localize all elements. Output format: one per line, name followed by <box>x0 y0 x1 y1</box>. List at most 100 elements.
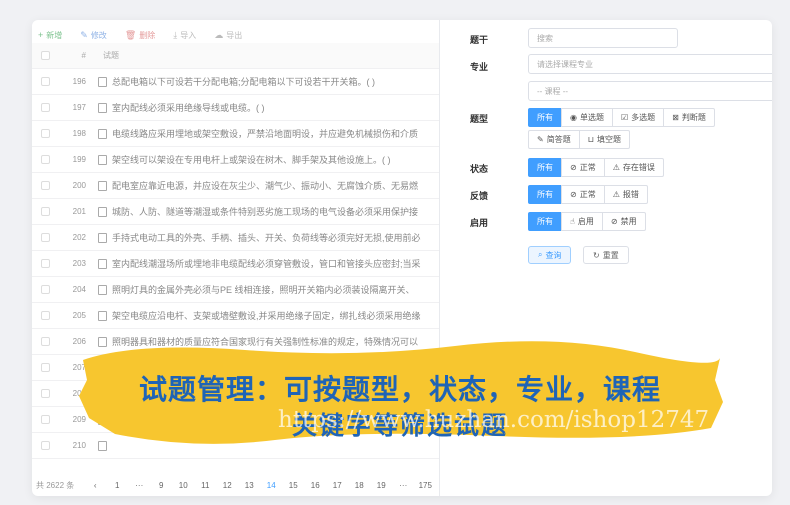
feedback-normal-button[interactable]: ⊘ 正常 <box>561 185 605 204</box>
row-checkbox[interactable] <box>41 103 50 112</box>
status-group: 所有 ⊘ 正常 ⚠ 存在错误 <box>528 158 664 177</box>
page-button[interactable]: 17 <box>326 481 348 490</box>
query-button[interactable]: ⌕ 查询 <box>528 246 572 264</box>
document-icon <box>98 232 107 243</box>
row-checkbox[interactable] <box>41 77 50 86</box>
status-label: 状态 <box>470 164 489 174</box>
feedback-all-button[interactable]: 所有 <box>528 185 562 204</box>
page-ellipsis[interactable]: ··· <box>128 481 150 490</box>
type-judge-button[interactable]: ⊠ 判断题 <box>663 108 715 127</box>
page-button[interactable]: 15 <box>282 481 304 490</box>
row-checkbox[interactable] <box>41 207 50 216</box>
total-count: 共 2622 条 <box>36 481 75 490</box>
page-button[interactable]: 1 <box>106 481 128 490</box>
document-icon <box>98 102 107 113</box>
table-row[interactable]: 199 架空线可以架设在专用电杆上或架设在树木、脚手架及其他设施上。( ) <box>32 147 439 173</box>
page-button[interactable]: 18 <box>348 481 370 490</box>
row-checkbox[interactable] <box>41 415 50 424</box>
warning-icon: ⚠ <box>612 190 620 199</box>
select-all-checkbox[interactable] <box>41 51 50 60</box>
blank-icon: ⊔ <box>587 135 594 144</box>
document-icon <box>98 180 107 191</box>
toolbar: + 新增 ✎ 修改 🗑 删除 ⤓ 导入 ☁ 导出 <box>38 27 242 43</box>
row-checkbox[interactable] <box>41 441 50 450</box>
row-checkbox[interactable] <box>41 233 50 242</box>
feedback-label: 反馈 <box>470 191 489 201</box>
row-id: 201 <box>72 207 86 216</box>
table-row[interactable]: 203 室内配线潮湿场所或埋地非电缆配线必须穿管敷设，管口和管接头应密封;当采 <box>32 251 439 277</box>
major-label: 专业 <box>470 62 489 72</box>
type-essay-button[interactable]: ✎ 简答题 <box>528 130 580 149</box>
row-id: 196 <box>72 77 86 86</box>
export-button[interactable]: ☁ 导出 <box>214 27 242 43</box>
row-checkbox[interactable] <box>41 259 50 268</box>
table-row[interactable]: 202 手持式电动工具的外壳、手柄、插头、开关、负荷线等必须完好无损,使用前必 <box>32 225 439 251</box>
feedback-report-button[interactable]: ⚠ 报错 <box>603 185 648 204</box>
row-checkbox[interactable] <box>41 389 50 398</box>
course-select[interactable]: -- 课程 --⌄ <box>528 81 772 101</box>
page-button[interactable]: 12 <box>216 481 238 490</box>
major-select[interactable]: 请选择课程专业⌄ <box>528 54 772 74</box>
type-all-button[interactable]: 所有 <box>528 108 562 127</box>
question-text: 照明灯具的金属外壳必须与PE 线相连接，照明开关箱内必须装设隔离开关、 <box>112 285 415 295</box>
edit-button[interactable]: ✎ 修改 <box>80 27 107 43</box>
edit-square-icon: ✎ <box>537 135 544 144</box>
ban-icon: ⊘ <box>610 217 618 226</box>
row-checkbox[interactable] <box>41 285 50 294</box>
table-row[interactable]: 201 城防、人防、隧道等潮湿或条件特别恶劣施工现场的电气设备必须采用保护接 <box>32 199 439 225</box>
document-icon <box>98 76 107 87</box>
status-normal-button[interactable]: ⊘ 正常 <box>561 158 605 177</box>
import-button[interactable]: ⤓ 导入 <box>173 27 196 43</box>
table-row[interactable]: 198 电缆线路应采用埋地或架空敷设，严禁沿地面明设，并应避免机械损伤和介质 <box>32 121 439 147</box>
refresh-icon: ↻ <box>593 250 600 260</box>
judge-icon: ⊠ <box>672 113 679 122</box>
row-id: 198 <box>72 129 86 138</box>
add-button[interactable]: + 新增 <box>38 27 62 43</box>
table-row[interactable]: 205 架空电缆应沿电杆、支架或墙壁敷设,并采用绝缘子固定，绑扎线必须采用绝缘 <box>32 303 439 329</box>
page-button[interactable]: 19 <box>370 481 392 490</box>
enable-all-button[interactable]: 所有 <box>528 212 562 231</box>
question-text: 室内配线必须采用绝缘导线或电缆。( ) <box>112 103 265 113</box>
question-text: 架空电缆应沿电杆、支架或墙壁敷设,并采用绝缘子固定，绑扎线必须采用绝缘 <box>112 311 421 321</box>
page-button[interactable]: 14 <box>260 481 282 490</box>
upload-icon: ☁ <box>214 29 224 40</box>
table-row[interactable]: 196 总配电箱以下可设若干分配电箱;分配电箱以下可设若干开关箱。( ) <box>32 69 439 95</box>
page-button[interactable]: 9 <box>150 481 172 490</box>
page-button[interactable]: 13 <box>238 481 260 490</box>
type-fill-button[interactable]: ⊔ 填空题 <box>578 130 630 149</box>
header-hash: # <box>81 51 86 60</box>
question-text: 城防、人防、隧道等潮湿或条件特别恶劣施工现场的电气设备必须采用保护接 <box>112 207 419 217</box>
delete-button[interactable]: 🗑 删除 <box>125 27 155 43</box>
question-text: 配电室应靠近电源，并应设在灰尘少、潮气少、振动小、无腐蚀介质、无易燃 <box>112 181 419 191</box>
page-button[interactable]: 10 <box>172 481 194 490</box>
reset-button[interactable]: ↻ 重置 <box>583 246 629 264</box>
row-checkbox[interactable] <box>41 129 50 138</box>
row-checkbox[interactable] <box>41 337 50 346</box>
status-error-button[interactable]: ⚠ 存在错误 <box>603 158 664 177</box>
plus-icon: + <box>38 30 44 40</box>
trash-icon: 🗑 <box>124 29 137 40</box>
table-row[interactable]: 197 室内配线必须采用绝缘导线或电缆。( ) <box>32 95 439 121</box>
row-checkbox[interactable] <box>41 363 50 372</box>
row-checkbox[interactable] <box>41 155 50 164</box>
table-row[interactable]: 200 配电室应靠近电源，并应设在灰尘少、潮气少、振动小、无腐蚀介质、无易燃 <box>32 173 439 199</box>
row-checkbox[interactable] <box>41 181 50 190</box>
status-all-button[interactable]: 所有 <box>528 158 562 177</box>
page-button[interactable]: 11 <box>194 481 216 490</box>
type-multi-button[interactable]: ☑ 多选题 <box>611 108 665 127</box>
page-button[interactable]: 175 <box>414 481 436 490</box>
warning-icon: ⚠ <box>612 163 620 172</box>
title-search-input[interactable]: 搜索 <box>528 28 678 48</box>
page-ellipsis[interactable]: ··· <box>392 481 414 490</box>
checkbox-icon: ☑ <box>620 113 629 122</box>
banner-line-1: 试题管理：可按题型，状态，专业，课程 <box>138 374 661 405</box>
question-text: 室内配线潮湿场所或埋地非电缆配线必须穿管敷设，管口和管接头应密封;当采 <box>112 259 421 269</box>
enable-off-button[interactable]: ⊘ 禁用 <box>601 212 646 231</box>
row-checkbox[interactable] <box>41 311 50 320</box>
page-button[interactable]: 16 <box>304 481 326 490</box>
type-single-button[interactable]: ◉ 单选题 <box>561 108 613 127</box>
document-icon <box>98 128 107 139</box>
table-row[interactable]: 204 照明灯具的金属外壳必须与PE 线相连接，照明开关箱内必须装设隔离开关、 <box>32 277 439 303</box>
prev-page-button[interactable]: ‹ <box>84 481 106 490</box>
enable-on-button[interactable]: ☝ 启用 <box>561 212 603 231</box>
